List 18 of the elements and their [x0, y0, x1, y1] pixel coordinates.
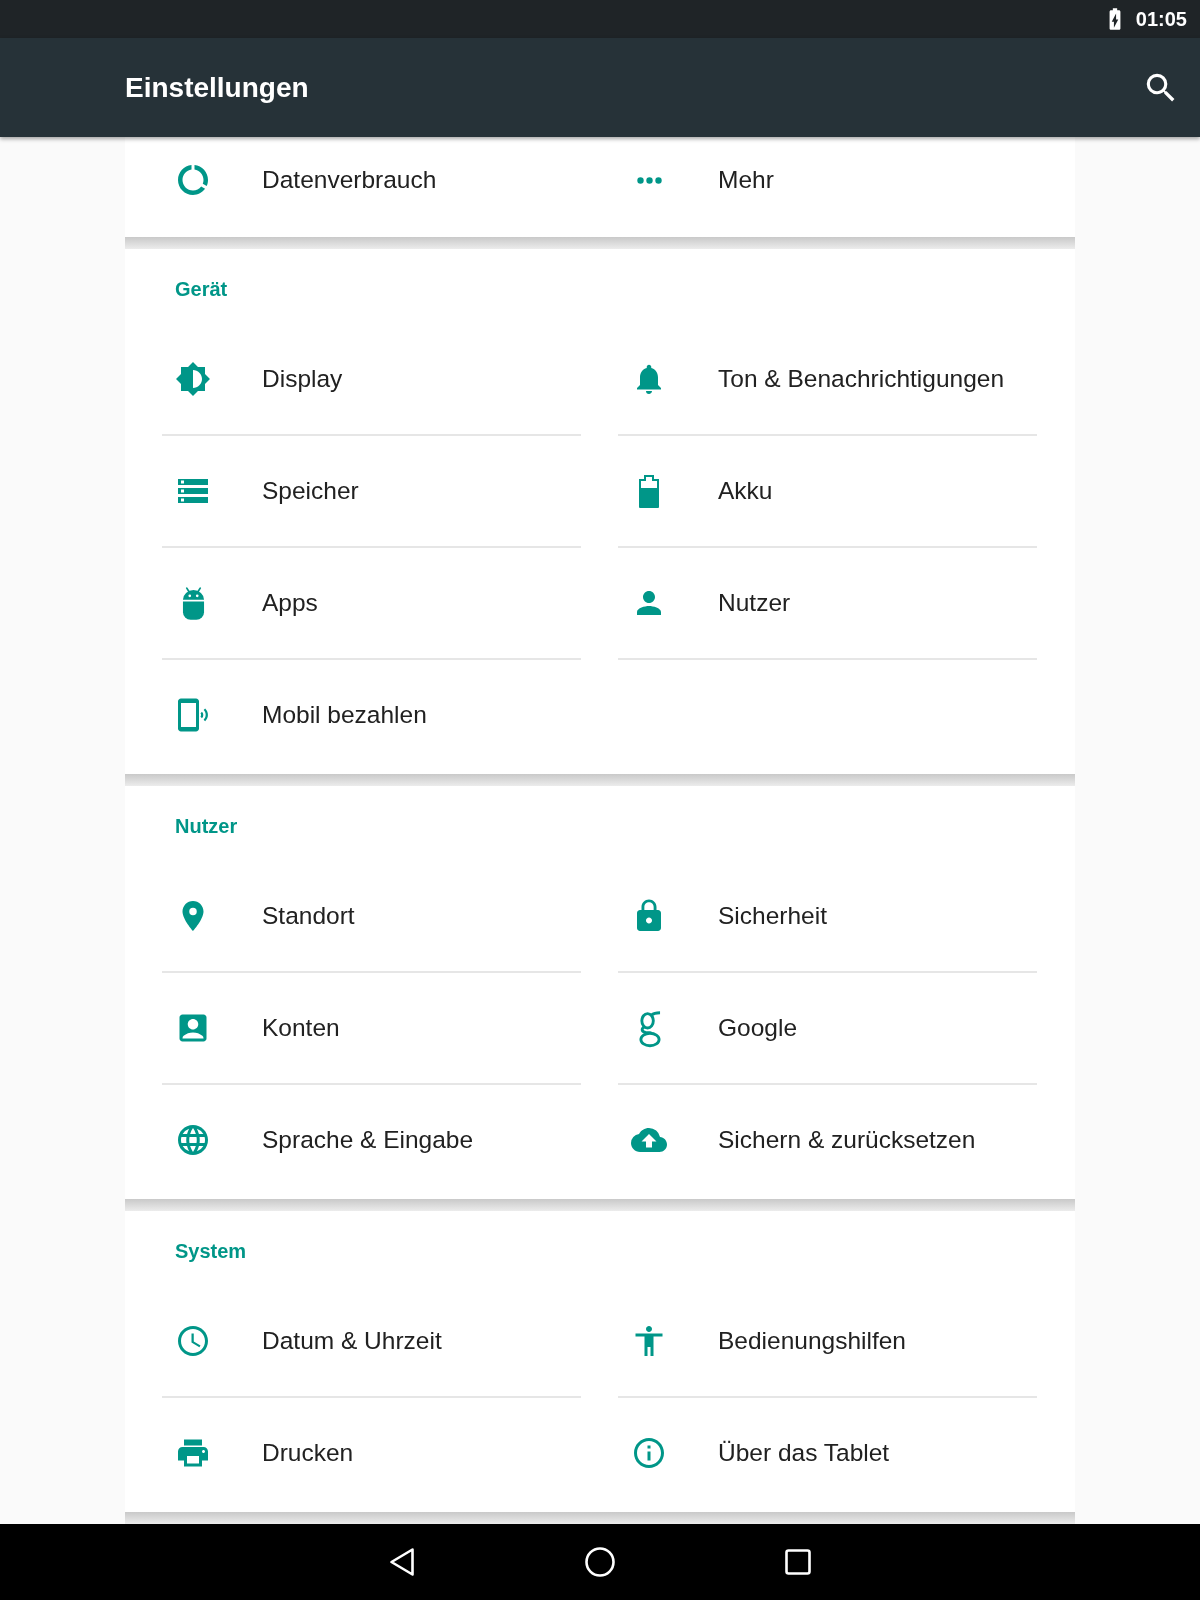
- home-icon[interactable]: [585, 1547, 615, 1577]
- app-bar-title: Einstellungen: [125, 70, 309, 105]
- clock-icon: [175, 1323, 211, 1359]
- letter-g-icon: [637, 1008, 661, 1048]
- section-header: Gerät: [175, 278, 228, 300]
- recents-icon[interactable]: [785, 1549, 811, 1575]
- info-icon: [631, 1435, 667, 1471]
- brightness-icon: [175, 361, 211, 397]
- section-header: Nutzer: [175, 815, 238, 837]
- more-dots-icon: [636, 176, 662, 184]
- globe-icon: [175, 1122, 211, 1158]
- battery-icon: [639, 474, 659, 508]
- partial-ring-icon: [175, 162, 211, 198]
- phone-waves-icon: [175, 697, 211, 733]
- status-time: 01:05: [1135, 7, 1187, 32]
- section-header: System: [175, 1240, 247, 1262]
- back-icon[interactable]: [389, 1547, 415, 1577]
- android-robot-icon: [181, 586, 205, 620]
